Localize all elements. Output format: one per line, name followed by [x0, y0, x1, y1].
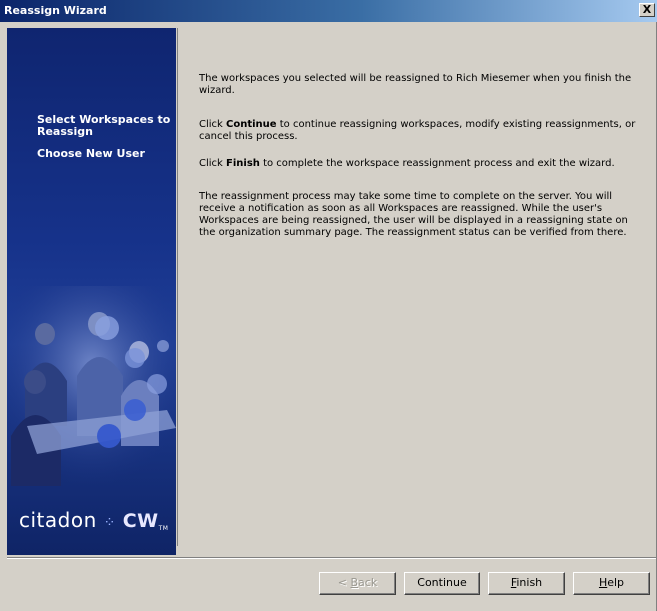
reassignment-notice: The reassignment process may take some t…: [199, 191, 628, 238]
help-button[interactable]: Help: [573, 572, 650, 595]
citadon-cw-logo: citadon ⁘ CWTM: [19, 508, 168, 532]
summary-text: The workspaces you selected will be reas…: [199, 73, 632, 96]
back-button[interactable]: < Back: [319, 572, 396, 595]
wizard-window: Reassign Wizard X Select Workspaces to R…: [0, 0, 657, 611]
title-bar[interactable]: Reassign Wizard X: [0, 0, 657, 22]
close-icon: X: [642, 3, 652, 16]
wizard-content: The workspaces you selected will be reas…: [177, 28, 656, 546]
wizard-steps: Select Workspaces to Reassign Choose New…: [37, 114, 173, 170]
logo-suffix: CW: [122, 510, 159, 532]
continue-button[interactable]: Continue: [404, 572, 480, 595]
logo-text: citadon: [19, 508, 97, 532]
help-mnemonic: H: [598, 576, 608, 589]
finish-instr-pre: Click: [199, 158, 227, 169]
finish-button[interactable]: Finish: [488, 572, 565, 595]
continue-instructions: Click Continue to continue reassigning w…: [199, 119, 639, 143]
continue-instr-pre: Click: [199, 119, 227, 130]
finish-rest: inish: [516, 576, 543, 589]
back-rest: ack: [358, 576, 378, 589]
step-select-workspaces: Select Workspaces to Reassign: [37, 113, 171, 138]
footer-divider: [7, 557, 656, 559]
office-people-illustration: [7, 286, 176, 486]
finish-instructions: Click Finish to complete the workspace r…: [199, 158, 639, 170]
logo-dots-icon: ⁘: [103, 515, 116, 531]
step-choose-new-user: Choose New User: [37, 147, 145, 160]
finish-instr-post: to complete the workspace reassignment p…: [259, 158, 615, 169]
continue-instr-bold: Continue: [226, 119, 277, 130]
finish-instr-bold: Finish: [226, 158, 260, 169]
help-rest: elp: [607, 576, 625, 589]
close-button[interactable]: X: [639, 3, 655, 17]
logo-tm: TM: [158, 525, 169, 532]
window-title: Reassign Wizard: [4, 4, 107, 17]
back-prefix: <: [337, 576, 351, 589]
wizard-sidebar: Select Workspaces to Reassign Choose New…: [7, 28, 176, 555]
back-mnemonic: B: [350, 576, 359, 589]
